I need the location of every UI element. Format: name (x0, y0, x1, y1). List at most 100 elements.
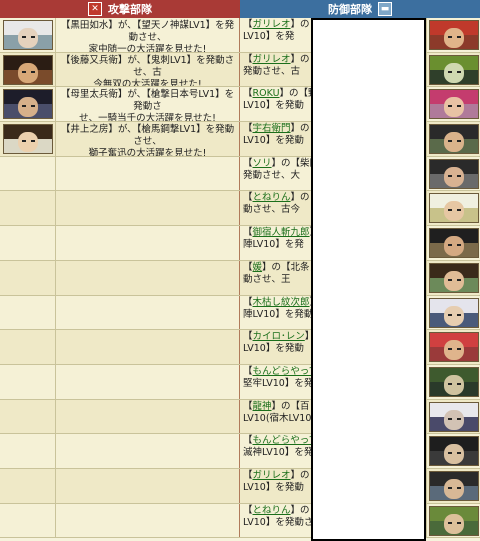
attack-portrait-cell (0, 295, 56, 330)
defense-general-portrait[interactable] (429, 20, 479, 50)
defender-player-link[interactable]: もんどらやってた (253, 366, 311, 377)
defense-general-portrait[interactable] (429, 332, 479, 363)
defense-log-line: 陣LV10】を発 (243, 239, 304, 251)
defense-general-portrait[interactable] (429, 124, 479, 155)
attack-general-portrait[interactable] (3, 124, 53, 155)
portrait-eye (457, 140, 461, 143)
defense-log-bracket: 【 (243, 227, 253, 239)
defense-log-text: 【ガリレオ】の【本LV10】を発動 (241, 469, 311, 503)
attack-general-portrait[interactable] (3, 20, 53, 50)
minimize-icon[interactable]: ▬ (378, 2, 392, 16)
portrait-face (444, 97, 464, 118)
defense-general-portrait[interactable] (429, 505, 479, 536)
defense-log-line: LV10】を発動さ (243, 516, 311, 528)
defense-log-bracket: 【 (243, 469, 253, 481)
portrait-eye (31, 140, 35, 143)
defender-player-link[interactable]: もんどらやってた (253, 435, 311, 446)
attack-log-line: せ、一騎当千の大活躍を見せた! (79, 113, 216, 122)
defender-player-link[interactable]: ガリレオ (253, 470, 291, 481)
defense-log-line: LV10】を発動 (243, 481, 304, 493)
attack-log-line: 獅子奮迅の大活躍を見せた! (88, 148, 207, 156)
defense-log-text: 【ガリレオ】の【武田LV10】を発 (241, 18, 311, 52)
defender-player-link[interactable]: 御宿人斬九郎 (253, 227, 310, 238)
defense-general-portrait[interactable] (429, 89, 479, 120)
defender-player-link[interactable]: 媛 (253, 262, 263, 273)
attack-portrait-cell (0, 399, 56, 434)
portrait-face (444, 132, 464, 153)
defender-player-link[interactable]: 龍神 (253, 401, 272, 412)
portrait-eye (457, 105, 461, 108)
portrait-eye (457, 313, 461, 316)
close-icon[interactable]: ✕ (88, 2, 102, 16)
defense-log-text: 【とねりん】の【北条LV10】を発動さ (241, 504, 311, 538)
defense-portrait-cell (426, 468, 480, 503)
defense-portrait-cell (426, 226, 480, 260)
portrait-face (444, 444, 464, 465)
defender-player-link[interactable]: 宇右衛門 (253, 123, 291, 134)
attack-general-portrait[interactable] (3, 54, 53, 85)
attack-log-text (56, 468, 240, 503)
attack-log-line: 家中随一の大活躍を見せた! (88, 44, 207, 52)
attack-header-title: 攻撃部隊 (108, 3, 152, 16)
defense-general-portrait[interactable] (429, 228, 479, 259)
defense-general-portrait[interactable] (429, 297, 479, 328)
defense-general-portrait[interactable] (429, 193, 479, 224)
defense-general-portrait[interactable] (429, 401, 479, 432)
attack-portrait-cell (0, 260, 56, 295)
defender-player-link[interactable]: ガリレオ (253, 54, 291, 65)
defense-general-portrait[interactable] (429, 470, 479, 501)
portrait-eye (457, 348, 461, 351)
defense-log-line: 滅神LV10】を発 (243, 447, 311, 459)
defense-log-line: LV10】を発動 (243, 100, 304, 112)
defender-player-link[interactable]: とねりん (253, 505, 291, 516)
attack-general-portrait[interactable] (3, 89, 53, 120)
defense-log-line: LV10(宿木LV10 (243, 412, 311, 424)
defense-log-bracket: 【 (243, 400, 253, 412)
defense-general-portrait[interactable] (429, 158, 479, 189)
portrait-eye (22, 105, 26, 108)
defense-log-bracket: 【 (243, 331, 253, 343)
defense-log-line: 発動させ、大 (243, 169, 301, 181)
defender-player-link[interactable]: ソリ (253, 158, 272, 169)
attack-log-text: 【井上之房】が、【槍馬鋼撃LV1】を発動させ、 獅子奮迅の大活躍を見せた! (56, 122, 240, 156)
defender-player-link[interactable]: 木枯し紋次郎 (253, 297, 310, 308)
portrait-face (444, 28, 464, 48)
defense-log-text: 】の【野 (279, 88, 311, 100)
defense-log-bracket: 【 (243, 19, 253, 30)
portrait-eye (457, 36, 461, 38)
defense-log-bracket: 【 (243, 261, 253, 273)
portrait-face (18, 97, 38, 118)
portrait-eye (448, 417, 452, 420)
portrait-face (444, 62, 464, 83)
defense-portrait-cell (426, 330, 480, 364)
defense-log-line: 動させ、古今 (243, 204, 301, 216)
defense-header: 防御部隊 ▬ (240, 0, 480, 18)
portrait-face (444, 374, 464, 395)
defense-log-text: 】の【千代 (290, 53, 311, 65)
defense-general-portrait[interactable] (429, 436, 479, 467)
attack-log-text (56, 399, 240, 434)
portrait-eye (448, 278, 452, 281)
portrait-eye (457, 521, 461, 524)
portrait-eye (448, 174, 452, 177)
portrait-eye (31, 36, 35, 38)
defender-player-link[interactable]: ガリレオ (253, 19, 291, 30)
defense-log-bracket: 【 (243, 504, 253, 516)
defense-log-text: 【龍神】の【百 LV10(宿木LV10 (241, 400, 311, 434)
defense-general-portrait[interactable] (429, 54, 479, 85)
defense-log-text: 】の【北条 (290, 192, 311, 204)
attack-log-text (56, 503, 240, 538)
defense-general-portrait[interactable] (429, 366, 479, 397)
defense-general-portrait[interactable] (429, 262, 479, 293)
portrait-eye (457, 209, 461, 212)
defense-log-text: 】の【武田 (290, 19, 311, 30)
attack-log-text (56, 226, 240, 260)
portrait-eye (22, 36, 26, 38)
defender-player-link[interactable]: ROKU (253, 88, 280, 99)
portrait-eye (457, 417, 461, 420)
attack-portrait-cell (0, 122, 56, 156)
attack-log-text (56, 434, 240, 468)
defender-player-link[interactable]: とねりん (253, 192, 291, 203)
defense-log-text: 】の【北条氏 (262, 261, 311, 273)
defender-player-link[interactable]: カイロ･レン (253, 331, 305, 342)
